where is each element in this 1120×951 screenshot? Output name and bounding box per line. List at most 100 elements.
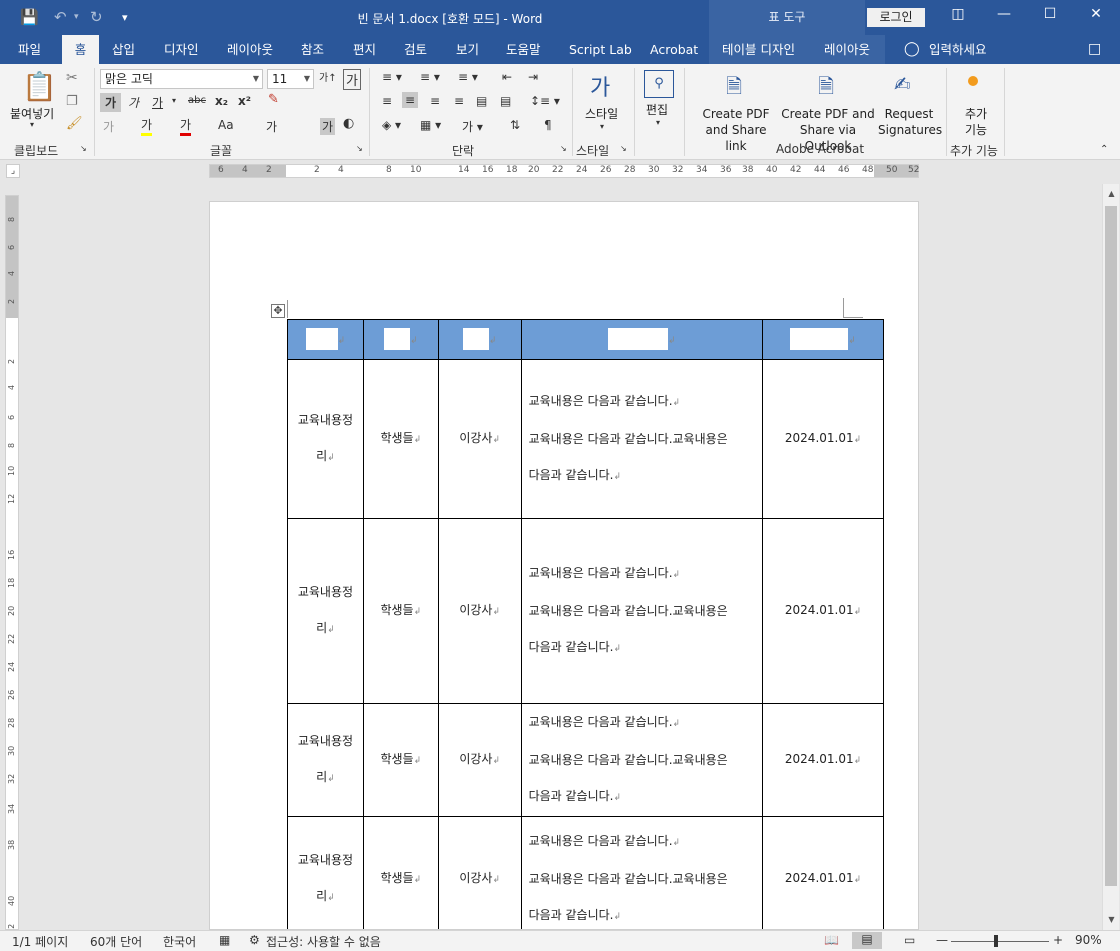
multilevel-list-icon[interactable]: ≡ ▾ [458, 70, 478, 84]
align-center-icon[interactable]: ≡ [402, 92, 419, 108]
change-case-icon[interactable]: Aa [218, 118, 234, 132]
table-cell[interactable]: 교육내용정리↲ [287, 816, 364, 929]
phonetic-guide-icon[interactable]: 가 [343, 69, 361, 90]
tab-layout[interactable]: 레이아웃 [223, 35, 277, 64]
search-icon[interactable]: ⚲ [644, 70, 674, 98]
language[interactable]: 한국어 [163, 933, 196, 950]
vertical-scrollbar[interactable]: ▲ ▼ [1102, 184, 1119, 930]
tab-help[interactable]: 도움말 [502, 35, 545, 64]
horizontal-ruler[interactable]: 6 4 2 2 4 8 10 14 16 18 20 22 24 26 28 30 32 34 36 38 40 42 44… [209, 164, 919, 178]
grow-font-icon[interactable]: 가↑ [319, 69, 337, 84]
table-cell[interactable]: 이강사↲ [437, 359, 522, 519]
document-table[interactable]: ↲ ↲ ↲ ↲ ↲ 교육내용정리↲ 학생들↲ 이강사↲ 교육내용은 다음과 같습… [287, 319, 884, 929]
styles-button[interactable]: 스타일 [585, 106, 618, 122]
word-count[interactable]: 60개 단어 [90, 933, 142, 950]
macro-icon[interactable]: ▦ [219, 933, 230, 947]
create-pdf-share-link-button[interactable]: Create PDF and Share link [694, 106, 778, 154]
distributed-icon[interactable]: ▤ [476, 94, 487, 108]
tab-table-design[interactable]: 테이블 디자인 [718, 35, 799, 64]
accessibility-status[interactable]: 접근성: 사용할 수 없음 [266, 933, 381, 950]
bold-icon[interactable]: 가 [100, 93, 122, 112]
format-painter-icon[interactable]: 🖌 [66, 116, 83, 131]
header-cell[interactable]: ↲ [762, 319, 884, 360]
header-cell[interactable]: ↲ [287, 319, 364, 360]
table-cell[interactable]: 교육내용정리↲ [287, 703, 364, 817]
read-mode-icon[interactable]: 📖 [824, 933, 839, 947]
table-cell[interactable]: 학생들↲ [362, 359, 439, 519]
styles-launcher-icon[interactable]: ↘ [620, 144, 627, 153]
request-signatures-button[interactable]: Request Signatures [878, 106, 942, 138]
superscript-icon[interactable]: x² [238, 94, 251, 108]
collapse-ribbon-icon[interactable]: ⌃ [1100, 144, 1108, 155]
italic-icon[interactable]: 가 [128, 94, 139, 111]
table-cell[interactable]: 교육내용은 다음과 같습니다.↲ 교육내용은 다음과 같습니다.교육내용은 다음과 … [520, 816, 764, 929]
accessibility-icon[interactable]: ⚙ [249, 933, 260, 947]
paste-icon[interactable]: 📋 [22, 70, 57, 103]
tab-script-lab[interactable]: Script Lab [565, 35, 636, 64]
login-button[interactable]: 로그인 [867, 8, 925, 27]
table-cell[interactable]: 교육내용은 다음과 같습니다.↲ 교육내용은 다음과 같습니다.교육내용은 다음과 … [520, 518, 764, 704]
increase-indent-icon[interactable]: ⇥ [528, 70, 538, 84]
tab-references[interactable]: 참조 [297, 35, 328, 64]
table-cell[interactable]: 교육내용정리↲ [287, 359, 364, 519]
tab-mailings[interactable]: 편지 [349, 35, 380, 64]
table-cell[interactable]: 교육내용정리↲ [287, 518, 364, 704]
web-layout-icon[interactable]: ▭ [904, 933, 915, 947]
tab-design[interactable]: 디자인 [160, 35, 203, 64]
font-launcher-icon[interactable]: ↘ [356, 144, 363, 153]
table-cell[interactable]: 2024.01.01↲ [762, 359, 884, 519]
underline-dropdown-icon[interactable]: ▾ [172, 96, 176, 105]
tab-home[interactable]: 홈 [62, 35, 99, 64]
tab-file[interactable]: 파일 [14, 35, 45, 64]
table-cell[interactable]: 교육내용은 다음과 같습니다.↲ 교육내용은 다음과 같습니다.교육내용은 다음과 … [520, 359, 764, 519]
comments-icon[interactable]: □ [1084, 35, 1105, 64]
table-cell[interactable]: 2024.01.01↲ [762, 816, 884, 929]
borders-icon[interactable]: ▦ ▾ [420, 118, 441, 132]
line-spacing-icon[interactable]: ↕≡ ▾ [530, 94, 560, 108]
minimize-icon[interactable]: — [989, 6, 1019, 28]
tab-selector-icon[interactable]: ⌟ [6, 164, 20, 178]
sort-icon[interactable]: ⇅ [510, 118, 520, 132]
zoom-slider-thumb[interactable] [994, 935, 998, 947]
align-right-icon[interactable]: ≡ [430, 94, 440, 108]
styles-icon[interactable]: 가 [590, 70, 610, 102]
copy-icon[interactable]: ❐ [66, 94, 78, 109]
font-name-combo[interactable]: 맑은 고딕 ▼ [100, 69, 263, 89]
editing-dropdown-icon[interactable]: ▾ [656, 118, 660, 127]
table-cell[interactable]: 2024.01.01↲ [762, 518, 884, 704]
decrease-indent-icon[interactable]: ⇤ [502, 70, 512, 84]
shading-icon[interactable]: ◈ ▾ [382, 118, 401, 132]
subscript-icon[interactable]: x₂ [215, 94, 228, 108]
columns-icon[interactable]: ▤ [500, 94, 511, 108]
maximize-icon[interactable]: ☐ [1035, 6, 1065, 28]
clear-format-icon[interactable]: ✎ [268, 92, 279, 107]
zoom-out-icon[interactable]: — [936, 933, 948, 947]
tab-view[interactable]: 보기 [452, 35, 483, 64]
asian-layout-icon[interactable]: 가 ▾ [462, 118, 483, 135]
tab-table-layout[interactable]: 레이아웃 [820, 35, 874, 64]
editing-button[interactable]: 편집 [646, 102, 668, 118]
close-icon[interactable]: ✕ [1081, 6, 1111, 28]
table-cell[interactable]: 학생들↲ [362, 816, 439, 929]
cut-icon[interactable]: ✂ [66, 70, 78, 86]
scrollbar-thumb[interactable] [1105, 206, 1117, 886]
char-shading-icon[interactable]: 가 [266, 118, 277, 135]
font-color-icon[interactable]: 가 [180, 116, 192, 136]
styles-dropdown-icon[interactable]: ▾ [600, 122, 604, 131]
tell-me-search[interactable]: 입력하세요 [925, 35, 991, 64]
tab-review[interactable]: 검토 [400, 35, 431, 64]
strikethrough-icon[interactable]: abc [188, 95, 206, 106]
font-size-combo[interactable]: 11 ▼ [267, 69, 314, 89]
tab-acrobat[interactable]: Acrobat [646, 35, 702, 64]
bullets-icon[interactable]: ≡ ▾ [382, 70, 402, 84]
table-cell[interactable]: 이강사↲ [437, 518, 522, 704]
ribbon-display-icon[interactable]: ◫ [943, 6, 973, 28]
enclose-char-icon[interactable]: ◐ [343, 116, 354, 131]
table-cell[interactable]: 학생들↲ [362, 703, 439, 817]
zoom-slider[interactable] [951, 941, 1049, 942]
header-cell[interactable]: ↲ [437, 319, 522, 360]
vertical-ruler[interactable]: 8 6 4 2 2 4 6 8 10 12 16 18 20 22 24 26 28 30 32 34 38 40 42 [5, 195, 19, 930]
underline-icon[interactable]: 가 [152, 94, 163, 111]
text-effects-icon[interactable]: 가 [103, 118, 114, 135]
paste-dropdown-icon[interactable]: ▾ [30, 120, 34, 129]
